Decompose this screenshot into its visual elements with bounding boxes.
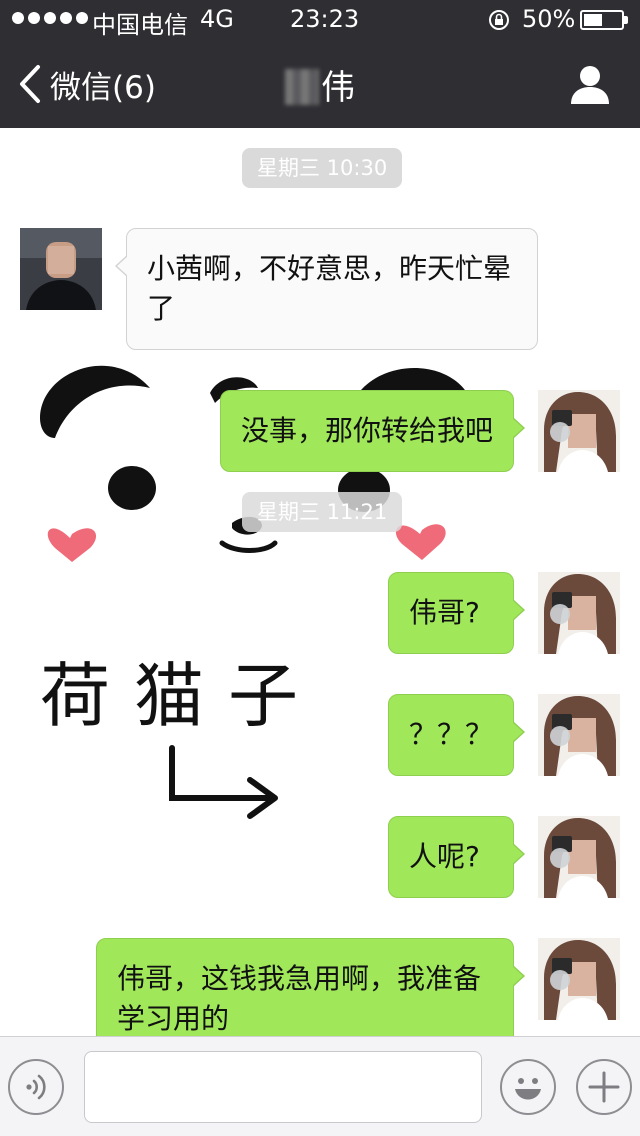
contact-avatar[interactable] (20, 228, 102, 310)
battery-percent: 50% (522, 5, 576, 33)
sent-message-bubble[interactable]: 伟哥? (388, 572, 525, 654)
chat-title: 伟 (0, 60, 640, 109)
my-avatar-photo (538, 390, 620, 472)
timestamp: 星期三 10:30 (242, 148, 403, 188)
my-avatar-photo (538, 572, 620, 654)
emoji-button[interactable] (500, 1059, 556, 1115)
rotation-lock-icon (489, 10, 509, 30)
my-avatar-photo (538, 816, 620, 898)
my-avatar-photo (538, 694, 620, 776)
chat-area[interactable]: 荷猫子 星期三 10:30 小茜啊，不好意思，昨天忙晕了 没事，那你转给我吧 星… (0, 128, 640, 1036)
my-avatar[interactable] (538, 694, 620, 776)
carrier-name: 中国电信 (92, 11, 188, 39)
contact-profile-icon[interactable] (568, 62, 612, 106)
my-avatar[interactable] (538, 390, 620, 472)
clock: 23:23 (290, 5, 360, 33)
sent-message-bubble[interactable]: ？？？ (388, 694, 525, 776)
timestamp: 星期三 11:21 (242, 492, 403, 532)
input-bar (0, 1036, 640, 1136)
my-avatar[interactable] (538, 938, 620, 1020)
chat-title-text: 伟 (321, 68, 355, 108)
add-button[interactable] (576, 1059, 632, 1115)
my-avatar[interactable] (538, 572, 620, 654)
voice-icon (26, 1074, 46, 1100)
received-message-bubble[interactable]: 小茜啊，不好意思，昨天忙晕了 (115, 228, 538, 350)
message-input[interactable] (84, 1051, 482, 1123)
battery-icon (580, 10, 628, 30)
my-avatar[interactable] (538, 816, 620, 898)
emoji-icon (515, 1078, 541, 1100)
sent-message-bubble[interactable]: 没事，那你转给我吧 (220, 390, 525, 472)
signal-strength-icon (12, 12, 88, 24)
nav-bar: 微信(6) 伟 (0, 40, 640, 128)
redacted-name-blur (285, 69, 319, 105)
voice-button[interactable] (8, 1059, 64, 1115)
plus-icon (588, 1071, 620, 1103)
contact-avatar-photo (20, 228, 102, 310)
status-bar: 中国电信 4G 23:23 50% (0, 0, 640, 40)
network-type: 4G (200, 5, 234, 33)
sticker-caption: 荷猫子 (40, 655, 322, 737)
my-avatar-photo (538, 938, 620, 1020)
sent-message-bubble[interactable]: 伟哥，这钱我急用啊，我准备学习用的 (96, 938, 525, 1036)
sent-message-bubble[interactable]: 人呢? (388, 816, 525, 898)
